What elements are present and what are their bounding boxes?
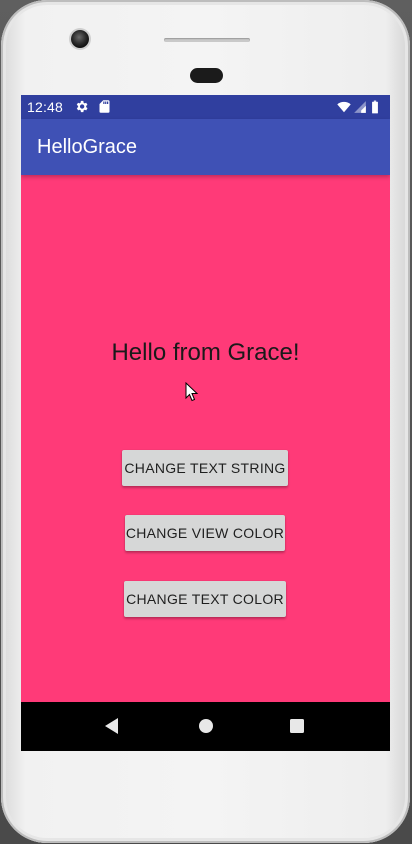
sd-card-icon (99, 100, 110, 113)
back-icon[interactable] (100, 714, 124, 738)
app-bar: HelloGrace (21, 119, 390, 175)
battery-icon (372, 100, 378, 114)
earpiece-speaker (164, 38, 250, 42)
recents-icon[interactable] (285, 714, 309, 738)
mouse-pointer-icon (185, 382, 199, 402)
device-screen: 12:48 HelloGrace Hello from Grace! CHANG… (21, 95, 390, 751)
navigation-bar (21, 702, 390, 751)
front-camera (71, 30, 89, 48)
cell-signal-icon (354, 101, 366, 113)
main-content: Hello from Grace! CHANGE TEXT STRING CHA… (21, 175, 390, 702)
home-icon[interactable] (194, 714, 218, 738)
change-view-color-button[interactable]: CHANGE VIEW COLOR (125, 515, 285, 551)
app-title: HelloGrace (37, 136, 138, 158)
change-text-color-button[interactable]: CHANGE TEXT COLOR (124, 581, 286, 617)
proximity-sensor (190, 68, 223, 83)
status-bar: 12:48 (21, 95, 390, 119)
status-time: 12:48 (27, 99, 64, 115)
wifi-icon (337, 101, 351, 113)
change-text-string-button[interactable]: CHANGE TEXT STRING (122, 450, 288, 486)
greeting-text: Hello from Grace! (111, 339, 300, 366)
gear-icon (76, 100, 88, 113)
